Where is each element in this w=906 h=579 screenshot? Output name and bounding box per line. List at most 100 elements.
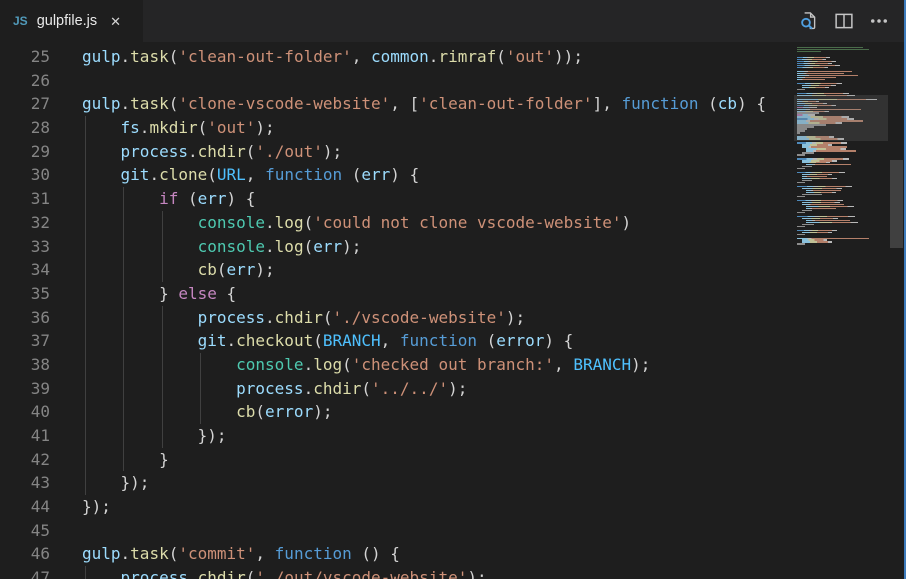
minimap-slider[interactable] xyxy=(794,95,888,141)
code-line[interactable]: 45 xyxy=(0,519,794,543)
line-number: 30 xyxy=(0,163,50,187)
minimap-row xyxy=(797,168,805,169)
vertical-scrollbar[interactable] xyxy=(888,42,904,579)
minimap-row xyxy=(797,226,805,227)
tab-label: gulpfile.js xyxy=(37,13,97,29)
indent-guide xyxy=(200,377,201,401)
code-text: git.clone(URL, function (err) { xyxy=(121,163,420,187)
line-number: 47 xyxy=(0,566,50,579)
code-editor[interactable]: 25gulp.task('clean-out-folder', common.r… xyxy=(0,42,904,579)
code-line[interactable]: 27gulp.task('clone-vscode-website', ['cl… xyxy=(0,92,794,116)
line-number: 32 xyxy=(0,211,50,235)
indent-guide xyxy=(85,424,86,448)
code-line[interactable]: 25gulp.task('clean-out-folder', common.r… xyxy=(0,45,794,69)
indent-guide xyxy=(85,329,86,353)
minimap[interactable] xyxy=(794,42,888,579)
tab-gulpfile-js[interactable]: JS gulpfile.js ✕ xyxy=(0,0,143,42)
code-line[interactable]: 37git.checkout(BRANCH, function (error) … xyxy=(0,329,794,353)
code-text: if (err) { xyxy=(159,187,255,211)
minimap-row xyxy=(797,67,828,68)
code-line[interactable]: 28fs.mkdir('out'); xyxy=(0,116,794,140)
line-number: 46 xyxy=(0,542,50,566)
minimap-row xyxy=(802,87,829,88)
code-line[interactable]: 39process.chdir('../../'); xyxy=(0,377,794,401)
code-line[interactable]: 42} xyxy=(0,448,794,472)
code-text: fs.mkdir('out'); xyxy=(121,116,275,140)
indent-guide xyxy=(85,163,86,187)
indent-guide xyxy=(162,258,163,282)
minimap-row xyxy=(797,79,825,80)
indent-guide xyxy=(85,258,86,282)
code-lines: 25gulp.task('clean-out-folder', common.r… xyxy=(0,45,794,579)
close-tab-icon[interactable]: ✕ xyxy=(108,13,123,30)
code-text: }); xyxy=(198,424,227,448)
minimap-row xyxy=(797,234,805,235)
indent-guide xyxy=(123,329,124,353)
scrollbar-thumb[interactable] xyxy=(890,160,903,248)
code-text: } else { xyxy=(159,282,236,306)
editor-actions xyxy=(799,0,904,42)
indent-guide xyxy=(85,187,86,211)
indent-guide xyxy=(162,306,163,330)
minimap-row xyxy=(797,182,805,183)
code-line[interactable]: 30 git.clone(URL, function (err) { xyxy=(0,163,794,187)
line-number: 31 xyxy=(0,187,50,211)
line-number: 35 xyxy=(0,282,50,306)
minimap-rows xyxy=(797,47,888,245)
code-line[interactable]: 43}); xyxy=(0,471,794,495)
editor-tab-bar: JS gulpfile.js ✕ xyxy=(0,0,904,42)
indent-guide xyxy=(85,471,86,495)
split-editor-icon[interactable] xyxy=(834,11,854,31)
indent-guide xyxy=(123,424,124,448)
minimap-row xyxy=(806,164,851,165)
minimap-row xyxy=(797,212,805,213)
code-line[interactable]: 36process.chdir('./vscode-website'); xyxy=(0,306,794,330)
indent-guide xyxy=(123,235,124,259)
line-number: 45 xyxy=(0,519,50,543)
indent-guide xyxy=(85,116,86,140)
indent-guide xyxy=(85,377,86,401)
code-text: process.chdir('./out'); xyxy=(121,140,343,164)
indent-guide xyxy=(85,140,86,164)
indent-guide xyxy=(123,400,124,424)
code-text: console.log('could not clone vscode-webs… xyxy=(198,211,632,235)
code-line[interactable]: 34cb(err); xyxy=(0,258,794,282)
line-number: 27 xyxy=(0,92,50,116)
minimap-row xyxy=(802,232,832,233)
minimap-row xyxy=(797,89,805,90)
indent-guide xyxy=(85,282,86,306)
code-line[interactable]: 33console.log(err); xyxy=(0,235,794,259)
code-line[interactable]: 47process.chdir('./out/vscode-website'); xyxy=(0,566,794,579)
search-editor-icon[interactable] xyxy=(799,11,819,31)
code-line[interactable]: 31 if (err) { xyxy=(0,187,794,211)
code-text: }); xyxy=(82,495,111,519)
line-number: 38 xyxy=(0,353,50,377)
indent-guide xyxy=(123,306,124,330)
code-line[interactable]: 29 process.chdir('./out'); xyxy=(0,140,794,164)
code-line[interactable]: 40cb(error); xyxy=(0,400,794,424)
code-line[interactable]: 38console.log('checked out branch:', BRA… xyxy=(0,353,794,377)
minimap-row xyxy=(797,196,805,197)
code-line[interactable]: 26 xyxy=(0,69,794,93)
code-text: gulp.task('clean-out-folder', common.rim… xyxy=(82,45,583,69)
line-number: 42 xyxy=(0,448,50,472)
indent-guide xyxy=(162,353,163,377)
line-number: 26 xyxy=(0,69,50,93)
line-number: 34 xyxy=(0,258,50,282)
line-number: 29 xyxy=(0,140,50,164)
javascript-file-icon: JS xyxy=(13,14,28,28)
minimap-row xyxy=(806,150,856,151)
code-line[interactable]: 35 } else { xyxy=(0,282,794,306)
minimap-row xyxy=(797,51,821,52)
code-text: console.log(err); xyxy=(198,235,362,259)
indent-guide xyxy=(162,211,163,235)
code-line[interactable]: 46gulp.task('commit', function () { xyxy=(0,542,794,566)
code-text: } xyxy=(159,448,169,472)
indent-guide xyxy=(123,211,124,235)
more-actions-icon[interactable] xyxy=(869,11,889,31)
code-line[interactable]: 32 console.log('could not clone vscode-we… xyxy=(0,211,794,235)
indent-guide xyxy=(85,235,86,259)
code-line[interactable]: 44}); xyxy=(0,495,794,519)
code-line[interactable]: 41}); xyxy=(0,424,794,448)
line-number: 44 xyxy=(0,495,50,519)
